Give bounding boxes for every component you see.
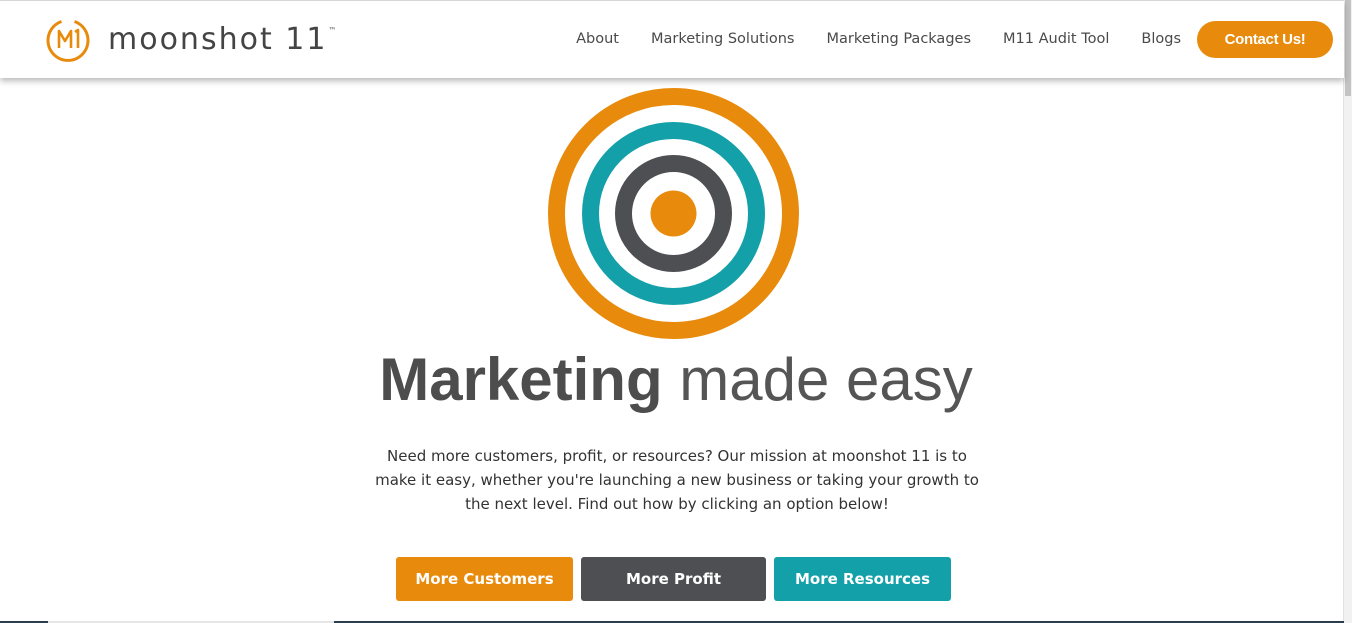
more-profit-button[interactable]: More Profit xyxy=(581,557,766,601)
more-customers-button[interactable]: More Customers xyxy=(396,557,573,601)
nav-item-marketing-packages[interactable]: Marketing Packages xyxy=(826,31,971,47)
logo-trademark: ™ xyxy=(328,25,337,35)
target-icon xyxy=(548,88,799,339)
main-nav: About Marketing Solutions Marketing Pack… xyxy=(576,0,1344,78)
site-logo[interactable]: moonshot 11™ xyxy=(45,16,336,64)
page-scrollbar[interactable] xyxy=(1343,0,1352,623)
logo-wordmark-text: moonshot 11 xyxy=(108,21,328,57)
m1-circle-logo-icon xyxy=(46,20,90,62)
hero-headline: Marketing made easy xyxy=(0,340,1352,420)
viewport: moonshot 11™ About Marketing Solutions M… xyxy=(0,0,1352,623)
contact-us-button[interactable]: Contact Us! xyxy=(1197,20,1333,58)
nav-item-blogs[interactable]: Blogs xyxy=(1141,31,1181,47)
more-resources-button[interactable]: More Resources xyxy=(774,557,951,601)
logo-wordmark: moonshot 11™ xyxy=(108,22,336,57)
nav-item-m11-audit-tool[interactable]: M11 Audit Tool xyxy=(1003,31,1109,47)
headline-bold-word: Marketing xyxy=(379,346,663,413)
hero-cta-row: More Customers More Profit More Resource… xyxy=(396,557,951,601)
site-header: moonshot 11™ About Marketing Solutions M… xyxy=(0,0,1344,78)
scrollbar-thumb[interactable] xyxy=(1345,0,1351,96)
hero-intro-text: Need more customers, profit, or resource… xyxy=(375,447,979,513)
headline-light-words: made easy xyxy=(679,346,973,413)
nav-item-about[interactable]: About xyxy=(576,31,619,47)
nav-item-marketing-solutions[interactable]: Marketing Solutions xyxy=(651,31,795,47)
